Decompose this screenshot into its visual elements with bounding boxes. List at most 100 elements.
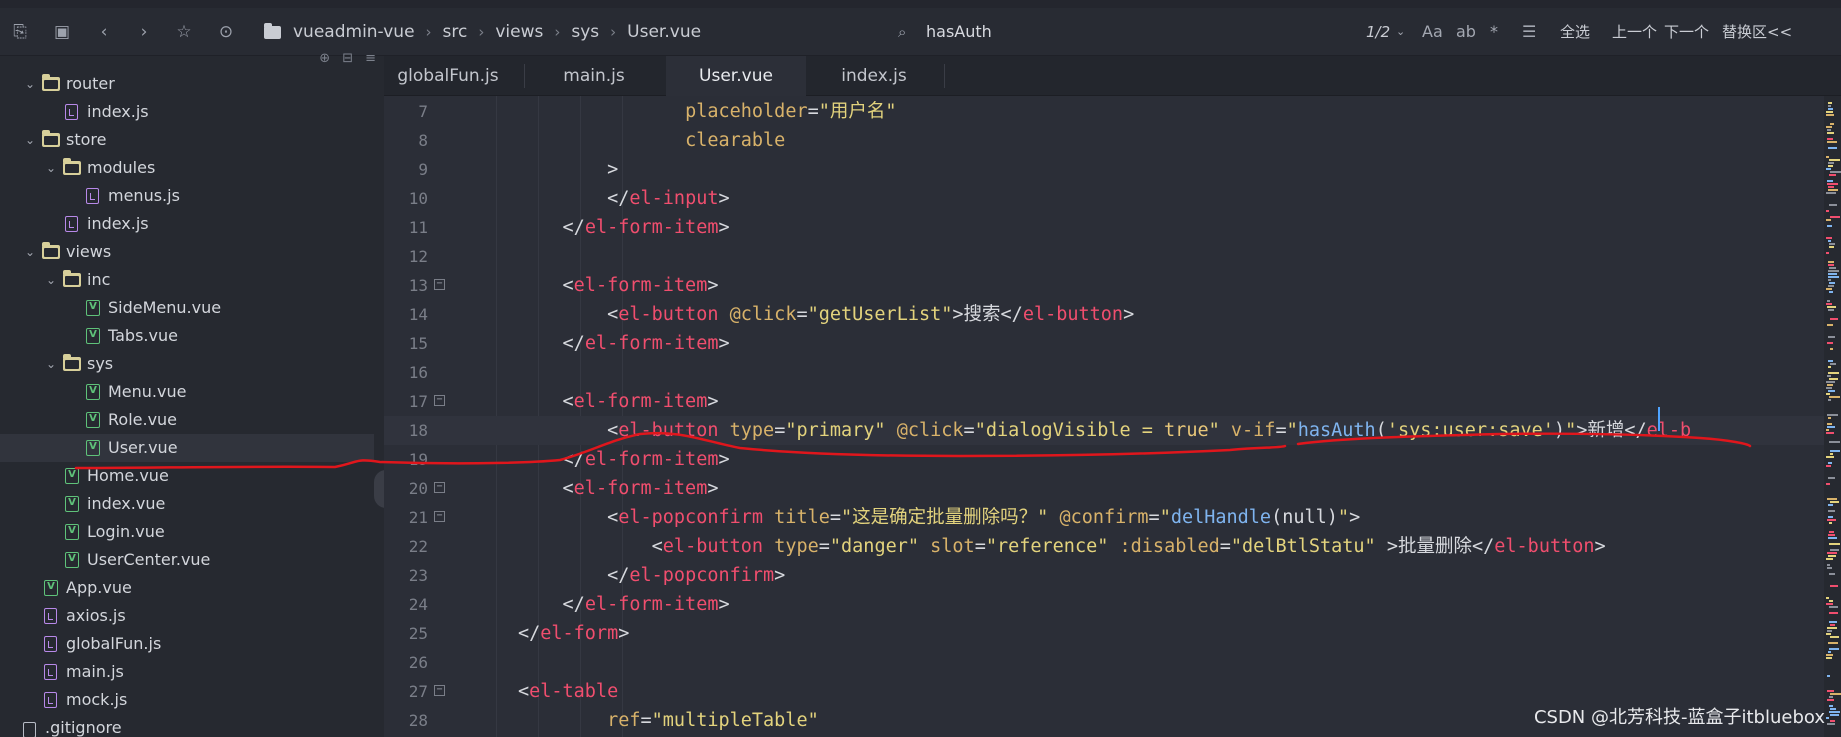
collapse-all-icon[interactable]: ⊟ [342,51,353,66]
previous-button[interactable]: 上一个 [1612,20,1657,44]
chevron-down-icon[interactable]: ⌄ [44,350,58,378]
next-button[interactable]: 下一个 [1664,20,1709,44]
forward-icon[interactable]: › [132,20,156,44]
minimap-line [1826,381,1835,383]
code-line[interactable]: 25 </el-form> [384,619,1841,648]
line-number: 15 [408,334,428,353]
code-line[interactable]: 19 </el-form-item> [384,445,1841,474]
new-file-icon[interactable]: ⎘ [8,20,32,44]
js-file-icon [65,216,78,232]
tree-item[interactable]: mock.js [0,686,374,714]
code-line[interactable]: 13− <el-form-item> [384,271,1841,300]
code-line[interactable]: 11 </el-form-item> [384,213,1841,242]
chevron-down-icon[interactable]: ⌄ [23,70,37,98]
minimap-line [1829,621,1837,623]
minimap-line [1826,654,1833,656]
tree-item[interactable]: ⌄ router [0,70,374,98]
code-line[interactable]: 17− <el-form-item> [384,387,1841,416]
tree-item[interactable]: V User.vue [0,434,374,462]
tree-item[interactable]: V Role.vue [0,406,374,434]
breadcrumb-item[interactable]: User.vue [627,22,701,42]
code-line[interactable]: 22 <el-button type="danger" slot="referen… [384,532,1841,561]
code-line[interactable]: 8 clearable [384,126,1841,155]
tree-item[interactable]: V Tabs.vue [0,322,374,350]
tree-item[interactable]: V Login.vue [0,518,374,546]
tree-item[interactable]: main.js [0,658,374,686]
breadcrumb-item[interactable]: src [443,22,468,42]
tree-item[interactable]: .gitignore [0,714,374,737]
chevron-down-icon[interactable]: ⌄ [44,154,58,182]
run-icon[interactable]: ⊙ [214,20,238,44]
tree-item[interactable]: ⌄ store [0,126,374,154]
chevron-down-icon[interactable]: ⌄ [44,266,58,294]
chevron-down-icon[interactable]: ⌄ [23,126,37,154]
regex-icon[interactable]: * [1490,20,1498,44]
code-line[interactable]: 18 <el-button type="primary" @click="dial… [384,416,1841,445]
code-line[interactable]: 16 [384,358,1841,387]
tree-item[interactable]: V App.vue [0,574,374,602]
tree-item[interactable]: ⌄ inc [0,266,374,294]
tree-item[interactable]: ⌄ views [0,238,374,266]
chevron-right-icon: › [478,23,485,41]
back-icon[interactable]: ‹ [92,20,116,44]
code-line[interactable]: 20− <el-form-item> [384,474,1841,503]
fold-icon[interactable]: − [434,685,445,696]
tree-item[interactable]: V Menu.vue [0,378,374,406]
tree-item[interactable]: index.js [0,210,374,238]
minimap[interactable] [1824,96,1841,737]
tab-main-js[interactable]: main.js [532,56,656,96]
minimap-line [1826,717,1829,719]
list-icon[interactable]: ☰ [1522,20,1536,44]
tree-item[interactable]: ⌄ modules [0,154,374,182]
code-line[interactable]: 12 [384,242,1841,271]
code-editor[interactable]: 7 placeholder="用户名" 8 clearable 9 >10 </el-inp… [384,96,1841,737]
code-line[interactable]: 9 > [384,155,1841,184]
tab-user-vue[interactable]: User.vue [666,56,806,96]
fold-icon[interactable]: − [434,395,445,406]
replace-toggle-button[interactable]: 替换区<< [1722,20,1792,44]
code-token: < [562,478,574,499]
minimap-line [1826,114,1834,116]
code-line[interactable]: 15 </el-form-item> [384,329,1841,358]
match-case-icon[interactable]: Aa [1422,20,1443,44]
code-line[interactable]: 24 </el-form-item> [384,590,1841,619]
code-token: " [1208,420,1220,441]
fold-icon[interactable]: − [434,482,445,493]
fold-icon[interactable]: − [434,279,445,290]
breadcrumb-item[interactable]: sys [571,22,599,42]
tree-item[interactable]: V SideMenu.vue [0,294,374,322]
fold-icon[interactable]: − [434,511,445,522]
minimap-line [1830,714,1839,716]
code-line[interactable]: 26 [384,648,1841,677]
tree-item-label: SideMenu.vue [108,298,222,317]
tab-globalfun-js[interactable]: globalFun.js [384,56,512,96]
breadcrumb-item[interactable]: views [495,22,543,42]
minimap-line [1828,399,1831,401]
tree-item[interactable]: menus.js [0,182,374,210]
code-line[interactable]: 7 placeholder="用户名" [384,97,1841,126]
code-line[interactable]: 10 </el-input> [384,184,1841,213]
minimap-line [1830,453,1833,455]
find-input[interactable]: hasAuth [926,20,992,44]
breadcrumb-item[interactable]: vueadmin-vue [293,22,415,42]
select-all-button[interactable]: 全选 [1560,20,1590,44]
whole-word-icon[interactable]: ab [1456,20,1476,44]
code-line[interactable]: 21− <el-popconfirm title="这是确定批量删除吗？" @co… [384,503,1841,532]
tree-item[interactable]: index.js [0,98,374,126]
tree-item[interactable]: ⌄ sys [0,350,374,378]
save-icon[interactable]: ▣ [50,20,74,44]
tree-item[interactable]: axios.js [0,602,374,630]
chevron-down-icon[interactable]: ⌄ [1396,20,1405,44]
tree-item[interactable]: Vindex.vue [0,490,374,518]
tree-item[interactable]: V Home.vue [0,462,374,490]
menu-icon[interactable]: ≡ [365,51,376,66]
tree-item[interactable]: globalFun.js [0,630,374,658]
locate-icon[interactable]: ⊕ [319,51,330,66]
tree-item[interactable]: V UserCenter.vue [0,546,374,574]
tab-index-js[interactable]: index.js [812,56,936,96]
code-line[interactable]: 27− <el-table [384,677,1841,706]
code-line[interactable]: 14 <el-button @click="getUserList">搜索</el… [384,300,1841,329]
chevron-down-icon[interactable]: ⌄ [23,238,37,266]
star-icon[interactable]: ☆ [172,20,196,44]
code-line[interactable]: 23 </el-popconfirm> [384,561,1841,590]
